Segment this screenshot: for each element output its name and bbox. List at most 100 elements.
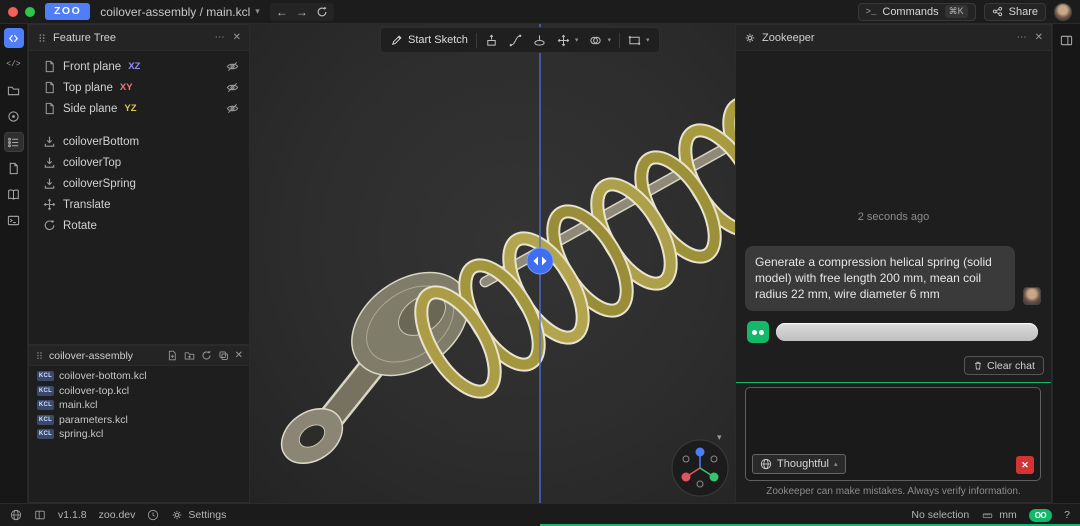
file-row[interactable]: KCL main.kcl (29, 398, 249, 413)
refresh-files-button[interactable] (201, 350, 212, 361)
zookeeper-header[interactable]: Zookeeper ⋯ ✕ (736, 25, 1051, 51)
tree-item-top-plane[interactable]: Top plane XY (29, 77, 249, 98)
zookeeper-toggle-button[interactable]: OO (1028, 508, 1053, 522)
help-button[interactable]: ? (1064, 509, 1070, 521)
revolve-button[interactable] (530, 30, 549, 50)
network-status-button[interactable] (10, 509, 22, 521)
panel-menu-button[interactable]: ⋯ (1017, 32, 1027, 43)
nav-group: ← → (269, 2, 334, 21)
3d-viewport[interactable]: ▾ Start Sketch ▾ ▾ ▾ (250, 24, 735, 503)
drag-handle-icon[interactable] (35, 350, 44, 361)
axis-drag-handle (526, 247, 554, 275)
file-row[interactable]: KCL coilover-bottom.kcl (29, 369, 249, 384)
tree-item-side-plane[interactable]: Side plane YZ (29, 98, 249, 119)
chevron-down-icon: ▾ (255, 6, 260, 16)
file-name: main.kcl (59, 399, 98, 412)
rail-sidebar-toggle-button[interactable] (3, 28, 24, 48)
rail-export-button[interactable] (4, 106, 24, 126)
start-sketch-label: Start Sketch (408, 34, 468, 46)
extrude-icon (487, 34, 496, 46)
chat-input-container: Thoughtful ▴ ✕ (745, 387, 1041, 481)
chevron-down-icon: ▾ (574, 37, 579, 44)
app-version[interactable]: v1.1.8 (58, 509, 87, 521)
user-avatar[interactable] (1054, 2, 1072, 21)
tree-item-coilover-top[interactable]: coiloverTop (29, 152, 249, 173)
tree-item-front-plane[interactable]: Front plane XZ (29, 56, 249, 77)
start-sketch-button[interactable]: Start Sketch (388, 30, 471, 50)
eye-off-icon[interactable] (226, 60, 239, 73)
kcl-badge: KCL (37, 429, 54, 440)
rail-feature-tree-button[interactable] (3, 132, 24, 152)
right-panel-toggle-button[interactable] (1057, 30, 1077, 50)
rail-docs-button[interactable] (4, 158, 24, 178)
titlebar: ZOO coilover-assembly / main.kcl ▾ ← → >… (0, 0, 1080, 24)
coilover-model (280, 96, 735, 465)
nav-forward-button[interactable]: → (293, 4, 311, 20)
share-icon (992, 6, 1002, 17)
commands-shortcut-badge: ⌘K (944, 5, 968, 18)
file-row[interactable]: KCL parameters.kcl (29, 413, 249, 428)
feature-tree-title: Feature Tree (53, 31, 116, 44)
boolean-tool-button[interactable]: ▾ (586, 30, 614, 50)
globe-icon (760, 458, 772, 470)
rail-terminal-button[interactable] (4, 210, 24, 230)
share-label: Share (1008, 5, 1038, 18)
tree-item-rotate[interactable]: Rotate (29, 215, 249, 236)
nav-back-button[interactable]: ← (273, 4, 291, 20)
axis-tag: XZ (128, 61, 141, 72)
nav-refresh-button[interactable] (313, 4, 331, 20)
project-files-panel: coilover-assembly ✕ KCL coilover-bottom.k… (28, 345, 250, 503)
tree-item-coilover-spring[interactable]: coiloverSpring (29, 173, 249, 194)
commands-button[interactable]: >_ Commands ⌘K (857, 2, 976, 21)
extrude-button[interactable] (482, 30, 501, 50)
chat-input[interactable] (750, 392, 1038, 448)
file-name: coilover-bottom.kcl (59, 370, 147, 383)
model-selector-button[interactable]: Thoughtful ▴ (752, 454, 846, 474)
move-tool-button[interactable]: ▾ (554, 30, 582, 50)
traffic-light-close[interactable] (8, 6, 18, 17)
tree-item-label: coiloverSpring (63, 177, 136, 190)
share-button[interactable]: Share (983, 2, 1046, 21)
import-icon (43, 177, 56, 190)
new-file-button[interactable] (167, 350, 178, 361)
rectangle-tool-button[interactable]: ▾ (625, 30, 653, 50)
chevron-up-icon: ▴ (833, 461, 838, 468)
stop-button[interactable]: ✕ (1016, 456, 1034, 474)
clear-chat-button[interactable]: Clear chat (964, 356, 1044, 375)
orientation-gizmo (671, 439, 729, 497)
layout-toggle-button[interactable] (34, 509, 46, 521)
zoo-logo-button[interactable]: ZOO (45, 3, 91, 20)
pencil-icon (391, 35, 402, 46)
sweep-button[interactable] (506, 30, 525, 50)
tree-item-coilover-bottom[interactable]: coiloverBottom (29, 131, 249, 152)
breadcrumb[interactable]: coilover-assembly / main.kcl ▾ (100, 5, 260, 19)
kcl-badge: KCL (37, 371, 54, 382)
units-button[interactable]: mm (981, 509, 1017, 521)
panel-menu-button[interactable]: ⋯ (215, 32, 225, 43)
eye-off-icon[interactable] (226, 81, 239, 94)
revolve-icon (534, 34, 545, 46)
panel-close-button[interactable]: ✕ (235, 350, 243, 361)
project-files-header[interactable]: coilover-assembly ✕ (29, 346, 249, 366)
site-link[interactable]: zoo.dev (99, 509, 136, 521)
traffic-light-zoom[interactable] (25, 6, 35, 17)
file-row[interactable]: KCL coilover-top.kcl (29, 384, 249, 399)
rail-notes-button[interactable] (4, 184, 24, 204)
rail-code-button[interactable]: </> (4, 54, 24, 74)
drag-handle-icon[interactable] (37, 32, 47, 44)
new-folder-button[interactable] (184, 350, 195, 361)
duplicate-button[interactable] (218, 350, 229, 361)
file-name: coilover-top.kcl (59, 384, 130, 397)
session-time-button[interactable] (147, 509, 159, 521)
terminal-prompt-icon: >_ (865, 6, 877, 17)
panel-close-button[interactable]: ✕ (1035, 32, 1043, 43)
3d-scene[interactable] (250, 24, 735, 503)
gizmo-collapse-chevron[interactable]: ▾ (717, 432, 722, 443)
settings-button[interactable]: Settings (171, 509, 226, 521)
feature-tree-header[interactable]: Feature Tree ⋯ ✕ (29, 25, 249, 51)
rail-files-button[interactable] (4, 80, 24, 100)
eye-off-icon[interactable] (226, 102, 239, 115)
tree-item-translate[interactable]: Translate (29, 194, 249, 215)
file-row[interactable]: KCL spring.kcl (29, 427, 249, 442)
panel-close-button[interactable]: ✕ (233, 32, 241, 43)
